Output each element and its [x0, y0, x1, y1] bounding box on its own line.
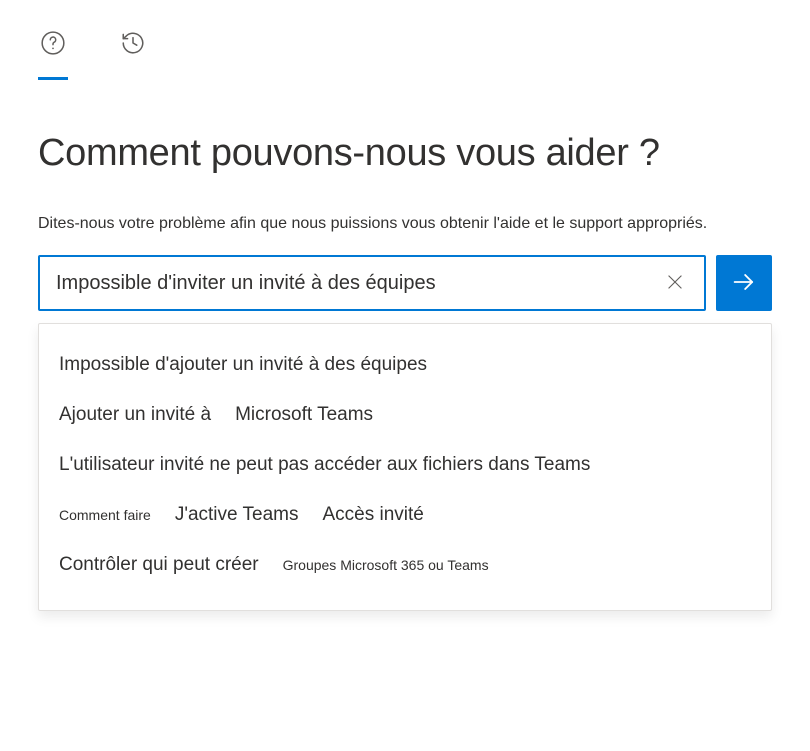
- suggestion-item[interactable]: Contrôler qui peut créer Groupes Microso…: [39, 540, 771, 590]
- search-input[interactable]: [56, 272, 658, 295]
- clear-button[interactable]: [658, 265, 692, 302]
- suggestion-text: Ajouter un invité à: [59, 404, 211, 426]
- suggestion-text: Impossible d'ajouter un invité à des équ…: [59, 354, 427, 375]
- search-box[interactable]: [38, 255, 706, 311]
- suggestion-item[interactable]: Comment faire J'active Teams Accès invit…: [39, 490, 771, 540]
- suggestion-item[interactable]: Impossible d'ajouter un invité à des équ…: [39, 340, 771, 390]
- suggestion-text: Comment faire: [59, 507, 151, 523]
- suggestion-item[interactable]: Ajouter un invité à Microsoft Teams: [39, 390, 771, 440]
- suggestions-list: Impossible d'ajouter un invité à des équ…: [38, 323, 772, 611]
- tab-history-indicator: [118, 77, 148, 80]
- tab-help[interactable]: [38, 30, 68, 80]
- suggestion-text: Groupes Microsoft 365 ou Teams: [283, 557, 489, 573]
- close-icon: [664, 271, 686, 296]
- submit-button[interactable]: [716, 255, 772, 311]
- suggestion-text: L'utilisateur invité ne peut pas accéder…: [59, 454, 590, 475]
- page-title: Comment pouvons-nous vous aider ?: [38, 132, 772, 175]
- history-icon: [120, 30, 146, 61]
- suggestion-text: Microsoft Teams: [235, 404, 373, 426]
- suggestion-item[interactable]: L'utilisateur invité ne peut pas accéder…: [39, 440, 771, 490]
- tabs-row: [38, 30, 772, 80]
- page-subtitle: Dites-nous votre problème afin que nous …: [38, 215, 772, 233]
- tab-help-indicator: [38, 77, 68, 80]
- help-circle-icon: [40, 30, 66, 61]
- suggestion-text: Contrôler qui peut créer: [59, 554, 259, 576]
- tab-history[interactable]: [118, 30, 148, 80]
- arrow-right-icon: [730, 268, 758, 299]
- suggestion-text: J'active Teams: [175, 504, 299, 526]
- suggestion-text: Accès invité: [322, 504, 423, 526]
